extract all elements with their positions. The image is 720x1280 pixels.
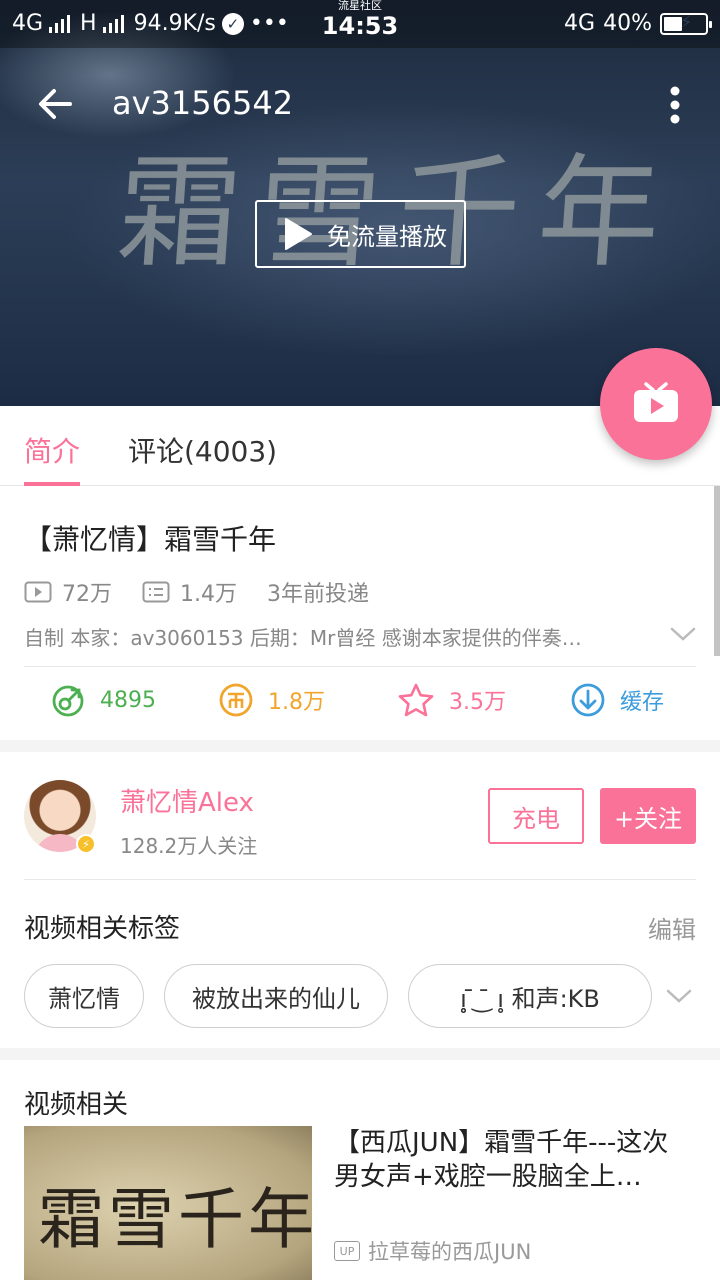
like-icon bbox=[52, 685, 84, 717]
related-videos-card: 视频相关 霜雪千年 【西瓜JUN】霜雪千年---这次男女声+戏腔一股脑全上… U… bbox=[0, 1060, 720, 1280]
action-row: 4895 1.8万 3.5万 缓存 bbox=[0, 682, 720, 726]
danmaku-count: 1.4万 bbox=[180, 582, 237, 607]
back-button[interactable] bbox=[30, 78, 82, 130]
tv-play-fab[interactable] bbox=[600, 348, 712, 460]
video-player[interactable]: 霜雪千年 4G H 94.9K/s ✓ ••• 流星社区 14:53 4G 40… bbox=[0, 0, 720, 406]
video-meta: 72万 1.4万 3年前投递 bbox=[24, 576, 369, 608]
like-count: 4895 bbox=[100, 687, 156, 713]
related-uploader-name: 拉草莓的西瓜JUN bbox=[368, 1240, 532, 1264]
tag-chip[interactable]: ı̥̥ ̄ ͜ ̄ ı̥ 和声:KB bbox=[408, 964, 652, 1028]
play-count-icon bbox=[24, 581, 52, 603]
tag-chip[interactable]: 被放出来的仙儿 bbox=[164, 964, 388, 1028]
thumbnail-calligraphy: 霜雪千年 bbox=[38, 1181, 312, 1258]
expand-description-icon[interactable] bbox=[670, 626, 696, 642]
play-icon bbox=[285, 218, 312, 250]
video-description: 自制 本家：av3060153 后期：Mr曾经 感谢本家提供的伴奏… bbox=[24, 626, 582, 650]
tv-icon bbox=[634, 382, 678, 422]
video-top-bar: av3156542 bbox=[0, 66, 720, 146]
status-center: 流星社区 14:53 bbox=[300, 0, 420, 40]
battery-percent: 40% bbox=[603, 11, 652, 36]
uploader-name[interactable]: 萧忆情Alex bbox=[120, 782, 254, 819]
tag-chip[interactable]: 萧忆情 bbox=[24, 964, 144, 1028]
status-bar: 4G H 94.9K/s ✓ ••• 流星社区 14:53 4G 40% ⚡ bbox=[0, 0, 720, 48]
post-time: 3年前投递 bbox=[267, 582, 369, 607]
carrier-label: 流星社区 bbox=[338, 0, 382, 12]
edit-tags-button[interactable]: 编辑 bbox=[648, 910, 696, 945]
free-play-button[interactable]: 免流量播放 bbox=[255, 200, 466, 268]
more-dots: ••• bbox=[249, 11, 289, 36]
network-speed: 94.9K/s bbox=[133, 11, 216, 36]
tab-intro[interactable]: 简介 bbox=[24, 430, 80, 470]
related-video-title[interactable]: 【西瓜JUN】霜雪千年---这次男女声+戏腔一股脑全上… bbox=[334, 1126, 694, 1194]
status-left: 4G H 94.9K/s ✓ ••• bbox=[12, 11, 289, 36]
signal-icon bbox=[49, 14, 71, 33]
video-title: 【萧忆情】霜雪千年 bbox=[24, 523, 277, 556]
coin-count: 1.8万 bbox=[268, 690, 325, 715]
coin-icon bbox=[219, 683, 253, 717]
uploader-followers: 128.2万人关注 bbox=[120, 834, 258, 858]
like-button[interactable]: 4895 bbox=[50, 682, 156, 718]
free-play-label: 免流量播放 bbox=[327, 222, 447, 251]
coin-button[interactable]: 1.8万 bbox=[218, 682, 325, 718]
favorite-button[interactable]: 3.5万 bbox=[397, 682, 506, 718]
video-id-title: av3156542 bbox=[112, 84, 294, 122]
status-right: 4G 40% ⚡ bbox=[564, 11, 712, 36]
expand-tags-icon[interactable] bbox=[666, 988, 692, 1004]
related-video-uploader: UP 拉草莓的西瓜JUN bbox=[334, 1236, 531, 1266]
danmaku-icon bbox=[142, 581, 170, 603]
download-icon bbox=[571, 683, 605, 717]
network-label-right: 4G bbox=[564, 11, 596, 36]
clock: 14:53 bbox=[321, 12, 399, 40]
follow-button[interactable]: +关注 bbox=[600, 788, 696, 844]
more-vertical-icon bbox=[670, 86, 680, 124]
view-count: 72万 bbox=[62, 582, 112, 607]
network-label-2: H bbox=[80, 11, 97, 36]
network-label: 4G bbox=[12, 11, 44, 36]
more-menu-button[interactable] bbox=[658, 80, 692, 130]
tags-heading: 视频相关标签 bbox=[24, 914, 181, 944]
lightning-icon: ⚡ bbox=[76, 834, 96, 854]
cache-label: 缓存 bbox=[620, 690, 665, 715]
uploader-card: ⚡ 萧忆情Alex 128.2万人关注 充电 +关注 视频相关标签 编辑 萧忆情… bbox=[0, 752, 720, 1048]
arrow-left-icon bbox=[39, 89, 72, 119]
favorite-count: 3.5万 bbox=[449, 690, 506, 715]
tab-comments[interactable]: 评论(4003) bbox=[128, 430, 277, 470]
related-heading: 视频相关 bbox=[24, 1090, 129, 1120]
divider bbox=[24, 666, 696, 667]
check-icon: ✓ bbox=[221, 12, 244, 35]
scrollbar[interactable] bbox=[714, 486, 720, 656]
cache-button[interactable]: 缓存 bbox=[570, 682, 664, 718]
signal-icon-2 bbox=[102, 14, 124, 33]
divider bbox=[24, 879, 696, 880]
charge-button[interactable]: 充电 bbox=[488, 788, 584, 844]
video-info-card: 【萧忆情】霜雪千年 72万 1.4万 3年前投递 自制 本家：av3060153… bbox=[0, 486, 720, 740]
star-icon bbox=[398, 683, 434, 717]
related-video-thumbnail[interactable]: 霜雪千年 bbox=[24, 1126, 312, 1280]
battery-icon: ⚡ bbox=[660, 12, 712, 35]
up-badge-icon: UP bbox=[334, 1241, 360, 1261]
